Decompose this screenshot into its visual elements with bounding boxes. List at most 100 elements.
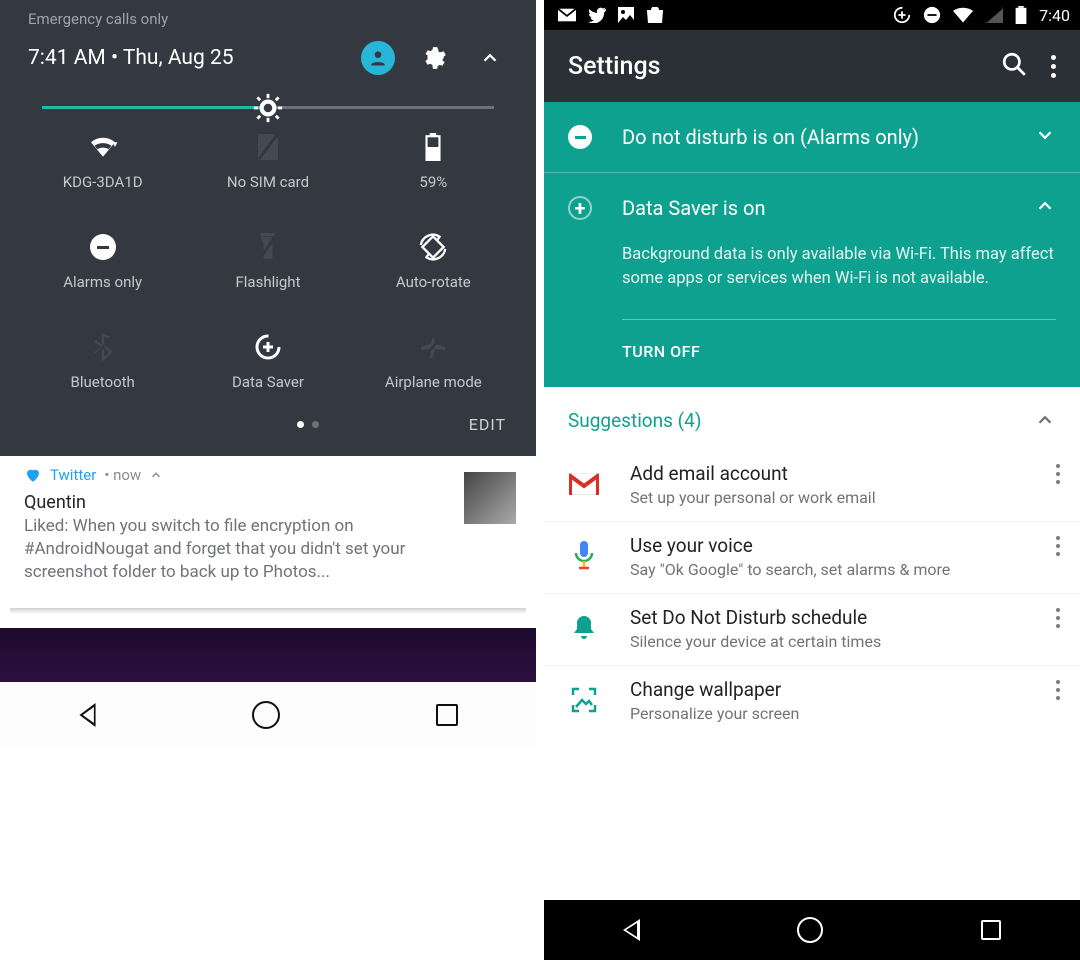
notification-title: Quentin: [24, 492, 452, 513]
home-button[interactable]: [797, 917, 823, 943]
autorotate-tile[interactable]: Auto-rotate: [351, 233, 516, 291]
suggestion-more-button[interactable]: [1056, 464, 1061, 485]
user-icon: [361, 41, 395, 75]
navigation-bar: [0, 682, 536, 748]
suggestion-more-button[interactable]: [1056, 608, 1061, 629]
suggestion-subtitle: Silence your device at certain times: [630, 632, 1030, 651]
bell-icon: [564, 614, 604, 642]
wifi-tile[interactable]: KDG-3DA1D: [20, 133, 185, 191]
suggestion-subtitle: Set up your personal or work email: [630, 488, 1030, 507]
notification-time: • now: [104, 466, 141, 484]
chevron-up-icon: [479, 47, 501, 69]
autorotate-icon: [418, 233, 448, 261]
sim-label: No SIM card: [227, 173, 309, 191]
brightness-thumb-icon: [251, 91, 285, 125]
suggestion-subtitle: Say "Ok Google" to search, set alarms & …: [630, 560, 1030, 579]
battery-label: 59%: [419, 173, 447, 191]
recents-button[interactable]: [981, 920, 1001, 940]
airplane-tile[interactable]: Airplane mode: [351, 333, 516, 391]
twitter-status-icon: [588, 7, 606, 23]
search-button[interactable]: [1001, 51, 1027, 81]
emergency-text: Emergency calls only: [0, 0, 536, 28]
edit-button[interactable]: EDIT: [469, 415, 506, 434]
chevron-up-icon: [1034, 195, 1056, 221]
sim-tile[interactable]: No SIM card: [185, 133, 350, 191]
datasaver-icon: [254, 333, 282, 361]
notification-divider: [10, 608, 526, 614]
suggestion-voice[interactable]: Use your voice Say "Ok Google" to search,…: [544, 521, 1080, 593]
suggestions-title: Suggestions (4): [568, 409, 1034, 432]
store-status-icon: [646, 7, 664, 23]
recents-button[interactable]: [436, 704, 458, 726]
status-bar: 7:40: [544, 0, 1080, 30]
home-screen-peek: [0, 628, 536, 682]
overflow-menu-button[interactable]: [1051, 55, 1056, 78]
chevron-down-icon: [1034, 124, 1056, 150]
settings-screenshot: 7:40 Settings Do not disturb is on (Alar…: [544, 0, 1080, 960]
datasaver-banner[interactable]: Data Saver is on: [544, 173, 1080, 243]
collapse-button[interactable]: [472, 40, 508, 76]
signal-status-icon: [985, 7, 1003, 23]
qs-time-date: 7:41 AM • Thu, Aug 25: [28, 46, 340, 70]
brightness-slider[interactable]: [0, 84, 536, 123]
bluetooth-off-icon: [92, 333, 114, 361]
dnd-banner[interactable]: Do not disturb is on (Alarms only): [544, 102, 1080, 173]
notification-card[interactable]: Twitter • now Quentin Liked: When you sw…: [0, 456, 536, 598]
datasaver-description: Background data is only available via Wi…: [544, 243, 1080, 311]
suggestion-more-button[interactable]: [1056, 680, 1061, 701]
bluetooth-tile[interactable]: Bluetooth: [20, 333, 185, 391]
suggestion-title: Use your voice: [630, 534, 1030, 557]
suggestion-title: Change wallpaper: [630, 678, 1030, 701]
datasaver-tile[interactable]: Data Saver: [185, 333, 350, 391]
quick-settings-screenshot: Emergency calls only 7:41 AM • Thu, Aug …: [0, 0, 544, 960]
dnd-status-icon: [923, 6, 941, 24]
airplane-off-icon: [419, 333, 447, 361]
suggestion-dnd-schedule[interactable]: Set Do Not Disturb schedule Silence your …: [544, 593, 1080, 665]
datasaver-label: Data Saver: [232, 373, 304, 391]
suggestion-more-button[interactable]: [1056, 536, 1061, 557]
navigation-bar: [544, 900, 1080, 960]
user-avatar-button[interactable]: [360, 40, 396, 76]
chevron-up-icon: [149, 468, 163, 482]
airplane-label: Airplane mode: [385, 373, 482, 391]
suggestion-title: Set Do Not Disturb schedule: [630, 606, 1030, 629]
suggestions-header[interactable]: Suggestions (4): [544, 387, 1080, 450]
datasaver-status-icon: [893, 6, 911, 24]
gmail-status-icon: [558, 8, 576, 22]
notification-body: Twitter • now Quentin Liked: When you sw…: [24, 466, 452, 584]
dnd-banner-title: Do not disturb is on (Alarms only): [622, 125, 1006, 149]
flashlight-icon: [258, 233, 278, 261]
back-icon: [79, 703, 95, 727]
pager-dots[interactable]: [297, 421, 319, 428]
datasaver-turnoff-button[interactable]: TURN OFF: [544, 320, 1080, 387]
flashlight-tile[interactable]: Flashlight: [185, 233, 350, 291]
qs-tiles-grid: KDG-3DA1D No SIM card 59% Alarms only: [0, 123, 536, 391]
notification-avatar: [464, 472, 516, 524]
gmail-icon: [564, 473, 604, 495]
dnd-icon: [90, 233, 116, 261]
no-sim-icon: [257, 133, 279, 161]
chevron-up-icon: [1034, 409, 1056, 431]
flashlight-label: Flashlight: [235, 273, 300, 291]
wifi-label: KDG-3DA1D: [63, 173, 143, 191]
back-button[interactable]: [623, 919, 640, 941]
notification-app: Twitter: [50, 466, 96, 484]
battery-tile[interactable]: 59%: [351, 133, 516, 191]
brightness-track: [42, 106, 494, 109]
suggestion-add-email[interactable]: Add email accountSet up your personal or…: [544, 450, 1080, 521]
wifi-status-icon: [953, 7, 973, 23]
dnd-label: Alarms only: [63, 273, 142, 291]
notification-text: Liked: When you switch to file encryptio…: [24, 515, 444, 584]
twitter-heart-icon: [24, 466, 42, 484]
datasaver-banner-icon: [566, 196, 594, 220]
qs-footer: EDIT: [0, 391, 536, 446]
suggestion-wallpaper[interactable]: Change wallpaperPersonalize your screen: [544, 665, 1080, 737]
status-time: 7:40: [1039, 6, 1070, 25]
home-button[interactable]: [252, 701, 280, 729]
suggestions-list: Add email accountSet up your personal or…: [544, 450, 1080, 737]
dnd-tile[interactable]: Alarms only: [20, 233, 185, 291]
settings-button[interactable]: [416, 40, 452, 76]
back-button[interactable]: [78, 703, 97, 727]
mic-icon: [564, 541, 604, 571]
qs-header: 7:41 AM • Thu, Aug 25: [0, 28, 536, 84]
